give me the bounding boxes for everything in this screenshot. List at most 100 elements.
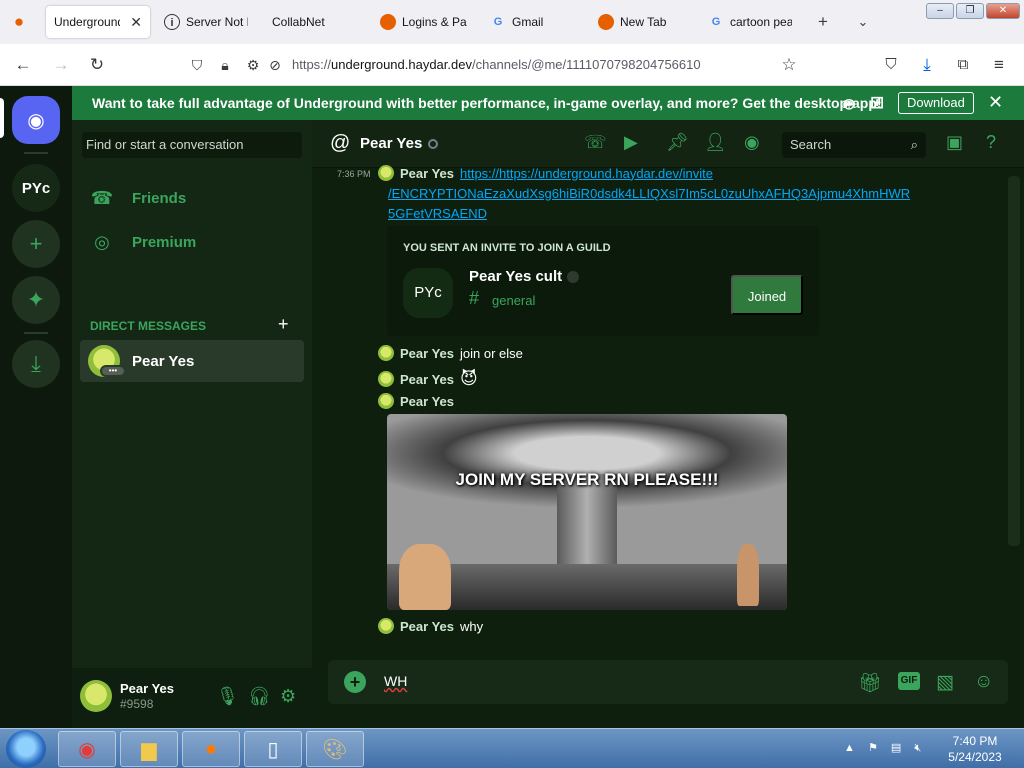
- gif-picker-icon[interactable]: GIF: [898, 672, 920, 690]
- selected-pill: [0, 98, 4, 138]
- permissions-icon[interactable]: ⚙: [242, 54, 264, 76]
- author-avatar[interactable]: [378, 393, 394, 409]
- server-pyc-button[interactable]: PYc: [12, 164, 60, 212]
- author-avatar[interactable]: [378, 618, 394, 634]
- inbox-icon[interactable]: ▣: [946, 132, 963, 153]
- download-apps-button[interactable]: ⤓: [12, 340, 60, 388]
- user-avatar[interactable]: [80, 680, 112, 712]
- help-icon[interactable]: ?: [986, 132, 996, 153]
- dm-item-pear-yes[interactable]: ••• Pear Yes: [80, 340, 304, 382]
- add-friend-icon[interactable]: 👤︎: [704, 132, 727, 153]
- server-rail: ◉ PYc + ✦ ⤓: [0, 86, 72, 728]
- gif-walking-baby: [737, 544, 759, 606]
- guild-name: Pear Yes cult: [469, 268, 563, 285]
- direct-messages-header: DIRECT MESSAGES: [90, 319, 207, 333]
- message-author[interactable]: Pear Yes: [400, 372, 454, 387]
- pin-icon[interactable]: 📌︎: [666, 132, 689, 153]
- chat-search-input[interactable]: Search ⌕: [782, 132, 926, 158]
- nitro-icon: ◎: [94, 232, 110, 252]
- create-dm-plus-icon[interactable]: +: [278, 314, 289, 335]
- tracking-shield-icon[interactable]: ⛉: [186, 54, 208, 76]
- message-author[interactable]: Pear Yes: [400, 166, 454, 181]
- tab-label: CollabNet: [272, 15, 325, 29]
- maximize-window-button[interactable]: ❐: [956, 3, 984, 19]
- sticker-icon[interactable]: ▧: [936, 671, 954, 694]
- attach-plus-icon[interactable]: +: [344, 671, 366, 693]
- volume-muted-icon[interactable]: 🔇︎: [914, 742, 921, 754]
- tab-underground[interactable]: Underground ✕: [46, 6, 150, 38]
- chrome-taskbar-button[interactable]: ◉: [58, 731, 116, 767]
- message-input[interactable]: WH: [384, 673, 407, 689]
- download-button[interactable]: Download: [898, 92, 974, 114]
- friends-icon: ☎: [90, 188, 114, 208]
- reload-icon[interactable]: ↻: [86, 54, 108, 76]
- compass-icon: ✦: [26, 287, 46, 312]
- url-host: underground.haydar.dev: [331, 57, 472, 72]
- voice-call-icon[interactable]: ☏: [584, 132, 607, 153]
- tray-expand-icon[interactable]: ▲: [844, 742, 855, 754]
- close-banner-icon[interactable]: ✕: [988, 92, 1003, 113]
- mic-blocked-icon[interactable]: ⊘: [264, 54, 286, 76]
- system-clock[interactable]: 7:40 PM 5/24/2023: [940, 733, 1010, 765]
- chat-scrollbar[interactable]: [1008, 176, 1020, 650]
- author-avatar[interactable]: [378, 165, 394, 181]
- mute-mic-icon[interactable]: 🎙︎: [216, 686, 239, 707]
- extensions-icon[interactable]: ⧉: [952, 54, 974, 76]
- gif-attachment[interactable]: JOIN MY SERVER RN PLEASE!!!: [387, 414, 787, 610]
- gift-icon[interactable]: 🎁︎: [858, 671, 882, 695]
- joined-button[interactable]: Joined: [731, 275, 803, 315]
- explore-servers-button[interactable]: ✦: [12, 276, 60, 324]
- tab-server-not-found[interactable]: i Server Not F: [156, 6, 256, 38]
- minimize-window-button[interactable]: –: [926, 3, 954, 19]
- new-tab-icon[interactable]: +: [812, 11, 834, 33]
- author-avatar[interactable]: [378, 371, 394, 387]
- lock-icon[interactable]: 🔒︎: [214, 54, 236, 76]
- bookmark-star-icon[interactable]: ☆: [778, 54, 800, 76]
- notepad-taskbar-button[interactable]: ▯: [244, 731, 302, 767]
- user-profile-icon[interactable]: ◉: [744, 132, 760, 153]
- friends-nav-item[interactable]: ☎ Friends: [90, 188, 186, 209]
- add-server-button[interactable]: +: [12, 220, 60, 268]
- underground-app: ◉ PYc + ✦ ⤓ Want to take full advantage …: [0, 86, 1024, 728]
- address-bar[interactable]: https://underground.haydar.dev/channels/…: [292, 57, 701, 72]
- invite-link-continued[interactable]: 5GFetVRSAEND: [388, 206, 487, 221]
- hashtag-icon: #: [469, 288, 480, 308]
- pocket-icon[interactable]: ⛉: [880, 54, 902, 76]
- video-call-icon[interactable]: ▶: [624, 132, 638, 153]
- hamburger-menu-icon[interactable]: ≡: [988, 54, 1010, 76]
- invite-link[interactable]: https://https://underground.haydar.dev/i…: [460, 166, 713, 181]
- premium-nav-item[interactable]: ◎ Premium: [90, 232, 196, 253]
- invite-link-continued[interactable]: /ENCRYPTIONaEzaXudXsg6hiBiR0dsdk4LLIQXsl…: [388, 186, 910, 201]
- at-icon: @: [330, 132, 351, 154]
- message-composer[interactable]: + WH 🎁︎ GIF ▧ ☺: [328, 660, 1008, 704]
- emoji-icon[interactable]: ☺: [974, 671, 993, 693]
- headphones-icon[interactable]: 🎧︎: [248, 686, 271, 707]
- home-button[interactable]: ◉: [12, 96, 60, 144]
- author-avatar[interactable]: [378, 345, 394, 361]
- message-author[interactable]: Pear Yes: [400, 346, 454, 361]
- close-tab-icon[interactable]: ✕: [130, 14, 142, 31]
- scrollbar-thumb[interactable]: [1008, 176, 1020, 546]
- message-author[interactable]: Pear Yes: [400, 619, 454, 634]
- network-icon[interactable]: ▤: [891, 742, 901, 754]
- explorer-taskbar-button[interactable]: ▆: [120, 731, 178, 767]
- start-button[interactable]: [6, 730, 46, 768]
- firefox-menu-icon[interactable]: ●: [8, 11, 30, 33]
- list-tabs-chevron-icon[interactable]: ⌄: [852, 11, 874, 33]
- firefox-taskbar-button[interactable]: ●: [182, 731, 240, 767]
- paint-taskbar-button[interactable]: 🎨︎: [306, 731, 364, 767]
- action-center-flag-icon[interactable]: ⚑: [868, 742, 878, 754]
- message-author[interactable]: Pear Yes: [400, 394, 454, 409]
- close-window-button[interactable]: ✕: [986, 3, 1020, 19]
- tab-new-tab[interactable]: New Tab: [590, 6, 694, 38]
- tab-collabnet[interactable]: CollabNet: [264, 6, 364, 38]
- back-icon[interactable]: ←: [12, 54, 34, 76]
- tab-logins[interactable]: Logins & Pa: [372, 6, 476, 38]
- forward-icon[interactable]: →: [50, 54, 72, 76]
- tab-gmail[interactable]: G Gmail: [482, 6, 582, 38]
- settings-gear-icon[interactable]: ⚙: [280, 686, 296, 707]
- windows-icon: ⊞: [870, 93, 885, 112]
- tab-cartoon-pear[interactable]: G cartoon pea: [700, 6, 800, 38]
- downloads-icon[interactable]: ⤓: [916, 54, 938, 76]
- find-conversation-input[interactable]: Find or start a conversation: [82, 132, 302, 158]
